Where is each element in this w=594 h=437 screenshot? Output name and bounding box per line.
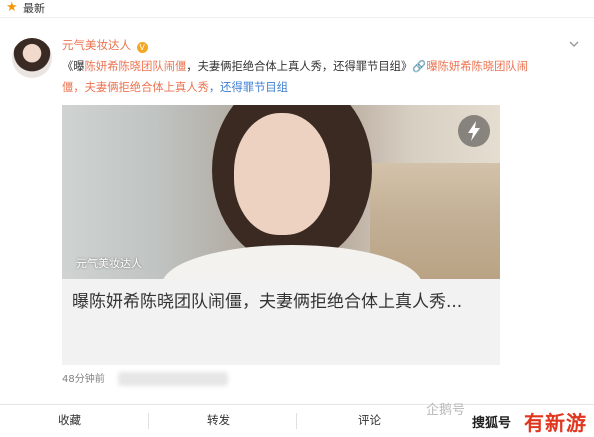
post-body: ，夫妻俩拒绝合体上真人秀，还得罪节目组》	[186, 60, 413, 73]
author-name[interactable]: 元气美妆达人 V	[62, 38, 148, 53]
article-card[interactable]: 元气美妆达人 曝陈妍希陈晓团队闹僵，夫妻俩拒绝合体上真人秀...	[62, 105, 500, 365]
chevron-down-icon[interactable]	[568, 38, 580, 50]
favorite-button[interactable]: 收藏	[58, 413, 81, 427]
watermark-text: 企鹅号	[426, 403, 466, 418]
badge-source-text: 搜狐号	[472, 416, 512, 431]
comment-button[interactable]: 评论	[358, 413, 381, 427]
photo-face	[234, 113, 330, 235]
repost-button[interactable]: 转发	[207, 413, 230, 427]
avatar[interactable]	[12, 38, 52, 78]
star-icon: ★	[6, 0, 18, 15]
vip-badge-icon: V	[136, 42, 148, 53]
article-title[interactable]: 曝陈妍希陈晓团队闹僵，夫妻俩拒绝合体上真人秀...	[72, 289, 492, 316]
image-caption: 元气美妆达人	[76, 257, 142, 270]
article-image[interactable]: 元气美妆达人	[62, 105, 500, 279]
post-prefix: 《曝	[62, 60, 85, 73]
blurred-source	[118, 372, 228, 386]
lightning-icon[interactable]	[458, 115, 490, 147]
link-icon: 🔗	[412, 60, 427, 73]
timestamp[interactable]: 48分钟前	[62, 374, 105, 386]
latest-label[interactable]: 最新	[23, 2, 45, 15]
author-name-text[interactable]: 元气美妆达人	[62, 38, 131, 52]
post-text-line1: 《曝陈妍希陈晓团队闹僵，夫妻俩拒绝合体上真人秀，还得罪节目组》🔗曝陈妍希陈晓团队…	[62, 60, 528, 74]
top-bar: ★ 最新	[0, 0, 594, 18]
post-link-tail[interactable]: 曝陈妍希陈晓团队闹	[426, 60, 528, 73]
post-link-blue[interactable]: ，还得罪节目组	[209, 81, 288, 94]
divider	[148, 413, 149, 429]
badge-brand-text: 有新游	[524, 411, 587, 435]
divider	[296, 413, 297, 429]
post-text-line2: 僵，夫妻俩拒绝合体上真人秀，还得罪节目组	[62, 81, 288, 95]
source-badge: 搜狐号 有新游	[472, 404, 594, 437]
post-link-cont[interactable]: 僵，夫妻俩拒绝合体上真人秀	[62, 81, 209, 94]
post-link-title[interactable]: 陈妍希陈晓团队闹僵	[85, 60, 187, 73]
